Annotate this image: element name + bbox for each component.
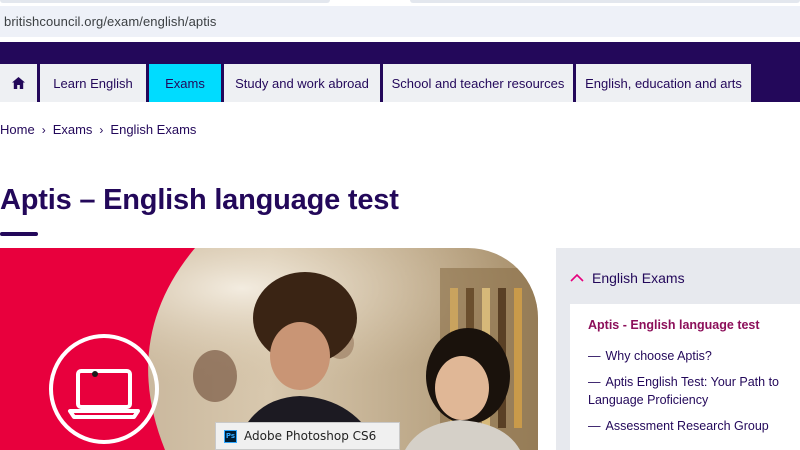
sidebar-item-path-proficiency[interactable]: — Aptis English Test: Your Path to Langua… <box>588 373 800 409</box>
breadcrumb: Home › Exams › English Exams <box>0 122 196 137</box>
page-title: Aptis – English language test <box>0 184 399 216</box>
sidebar-heading[interactable]: English Exams <box>570 270 685 286</box>
breadcrumb-exams[interactable]: Exams <box>53 122 93 137</box>
nav-study-abroad[interactable]: Study and work abroad <box>224 64 380 102</box>
nav-english-education-arts[interactable]: English, education and arts <box>576 64 751 102</box>
home-icon <box>12 77 25 89</box>
breadcrumb-separator: › <box>41 122 46 137</box>
laptop-icon <box>49 334 159 444</box>
hero-image <box>0 248 538 450</box>
nav-school-resources[interactable]: School and teacher resources <box>383 64 573 102</box>
sidebar-item-label: Why choose Aptis? <box>605 349 712 363</box>
list-dash: — <box>588 419 601 433</box>
taskbar-tooltip[interactable]: Ps Adobe Photoshop CS6 <box>215 422 400 450</box>
sidebar-item-why-choose[interactable]: — Why choose Aptis? <box>588 347 800 365</box>
breadcrumb-home[interactable]: Home <box>0 122 35 137</box>
browser-tab[interactable] <box>0 0 330 3</box>
nav-learn-english[interactable]: Learn English <box>40 64 146 102</box>
breadcrumb-separator: › <box>99 122 104 137</box>
sidebar-item-label: Assessment Research Group <box>605 419 769 433</box>
list-dash: — <box>588 375 601 389</box>
sidebar-item-research-group[interactable]: — Assessment Research Group <box>588 417 800 435</box>
title-underline <box>0 232 38 236</box>
photoshop-icon: Ps <box>224 429 237 443</box>
sidebar-menu-list: Aptis - English language test — Why choos… <box>570 304 800 450</box>
list-dash: — <box>588 349 601 363</box>
tooltip-label: Adobe Photoshop CS6 <box>244 429 377 443</box>
url-text: britishcouncil.org/exam/english/aptis <box>4 14 217 29</box>
browser-tab[interactable] <box>410 0 800 3</box>
sidebar-heading-label: English Exams <box>592 270 685 286</box>
sidebar-item-label: Aptis English Test: Your Path to Languag… <box>588 375 779 407</box>
sidebar-item-current[interactable]: Aptis - English language test <box>588 318 800 332</box>
address-bar[interactable]: britishcouncil.org/exam/english/aptis <box>0 6 800 37</box>
nav-exams[interactable]: Exams <box>149 64 221 102</box>
breadcrumb-english-exams[interactable]: English Exams <box>110 122 196 137</box>
main-nav: Learn English Exams Study and work abroa… <box>0 64 751 102</box>
nav-home[interactable] <box>0 64 37 102</box>
sidebar-exams-menu: English Exams Aptis - English language t… <box>556 248 800 450</box>
chevron-up-icon <box>570 273 584 282</box>
